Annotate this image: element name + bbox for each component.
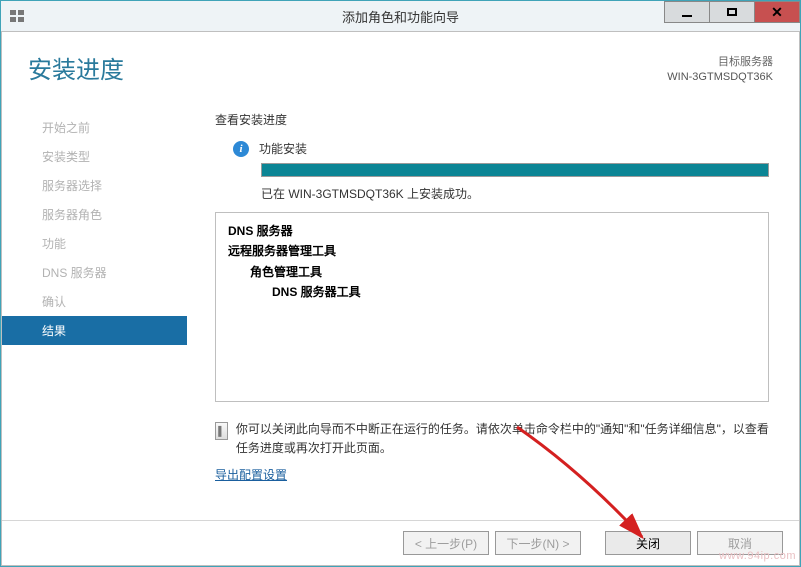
main-panel: 查看安装进度 i 功能安装 已在 WIN-3GTMSDQT36K 上安装成功。 … <box>187 93 799 483</box>
feature-dns-server-tools: DNS 服务器工具 <box>228 282 756 302</box>
target-server-label: 目标服务器 <box>667 55 773 70</box>
step-server-selection: 服务器选择 <box>2 171 187 200</box>
content-row: 开始之前 安装类型 服务器选择 服务器角色 功能 DNS 服务器 确认 结果 查… <box>2 93 799 483</box>
step-features: 功能 <box>2 229 187 258</box>
install-status-line: 已在 WIN-3GTMSDQT36K 上安装成功。 <box>261 185 769 202</box>
wizard-steps-sidebar: 开始之前 安装类型 服务器选择 服务器角色 功能 DNS 服务器 确认 结果 <box>2 93 187 483</box>
wizard-footer: < 上一步(P) 下一步(N) > 关闭 取消 <box>2 520 799 565</box>
step-results: 结果 <box>2 316 187 345</box>
header-row: 安装进度 目标服务器 WIN-3GTMSDQT36K <box>2 32 799 93</box>
cancel-button: 取消 <box>697 531 783 555</box>
installed-features-box[interactable]: DNS 服务器 远程服务器管理工具 角色管理工具 DNS 服务器工具 <box>215 212 769 402</box>
step-install-type: 安装类型 <box>2 142 187 171</box>
close-button[interactable]: 关闭 <box>605 531 691 555</box>
maximize-button[interactable] <box>709 1 755 23</box>
flag-icon: ▌ <box>215 422 228 440</box>
step-dns-server: DNS 服务器 <box>2 258 187 287</box>
note-row: ▌ 你可以关闭此向导而不中断正在运行的任务。请依次单击命令栏中的"通知"和"任务… <box>215 420 769 458</box>
step-confirm: 确认 <box>2 287 187 316</box>
note-text: 你可以关闭此向导而不中断正在运行的任务。请依次单击命令栏中的"通知"和"任务详细… <box>236 420 769 458</box>
feature-dns-server: DNS 服务器 <box>228 221 756 241</box>
progress-bar <box>261 163 769 177</box>
progress-fill <box>262 164 768 176</box>
info-icon: i <box>233 141 249 157</box>
target-server-name: WIN-3GTMSDQT36K <box>667 70 773 85</box>
progress-bar-wrap <box>261 163 769 177</box>
info-row: i 功能安装 <box>233 140 769 157</box>
export-config-link[interactable]: 导出配置设置 <box>215 466 287 483</box>
window-controls: ✕ <box>665 1 800 23</box>
wizard-body: 安装进度 目标服务器 WIN-3GTMSDQT36K 开始之前 安装类型 服务器… <box>1 31 800 566</box>
title-bar: 添加角色和功能向导 ✕ <box>1 1 800 31</box>
step-server-roles: 服务器角色 <box>2 200 187 229</box>
minimize-button[interactable] <box>664 1 710 23</box>
previous-button: < 上一步(P) <box>403 531 489 555</box>
feature-rsat: 远程服务器管理工具 <box>228 241 756 261</box>
window-close-button[interactable]: ✕ <box>754 1 800 23</box>
next-button: 下一步(N) > <box>495 531 581 555</box>
page-heading: 安装进度 <box>28 50 124 85</box>
feature-role-admin-tools: 角色管理工具 <box>228 262 756 282</box>
server-manager-icon <box>9 8 25 24</box>
step-before-begin: 开始之前 <box>2 113 187 142</box>
target-server-box: 目标服务器 WIN-3GTMSDQT36K <box>667 55 773 85</box>
info-text: 功能安装 <box>259 140 307 157</box>
section-title: 查看安装进度 <box>215 111 769 128</box>
wizard-window: 添加角色和功能向导 ✕ 安装进度 目标服务器 WIN-3GTMSDQT36K 开… <box>0 0 801 567</box>
